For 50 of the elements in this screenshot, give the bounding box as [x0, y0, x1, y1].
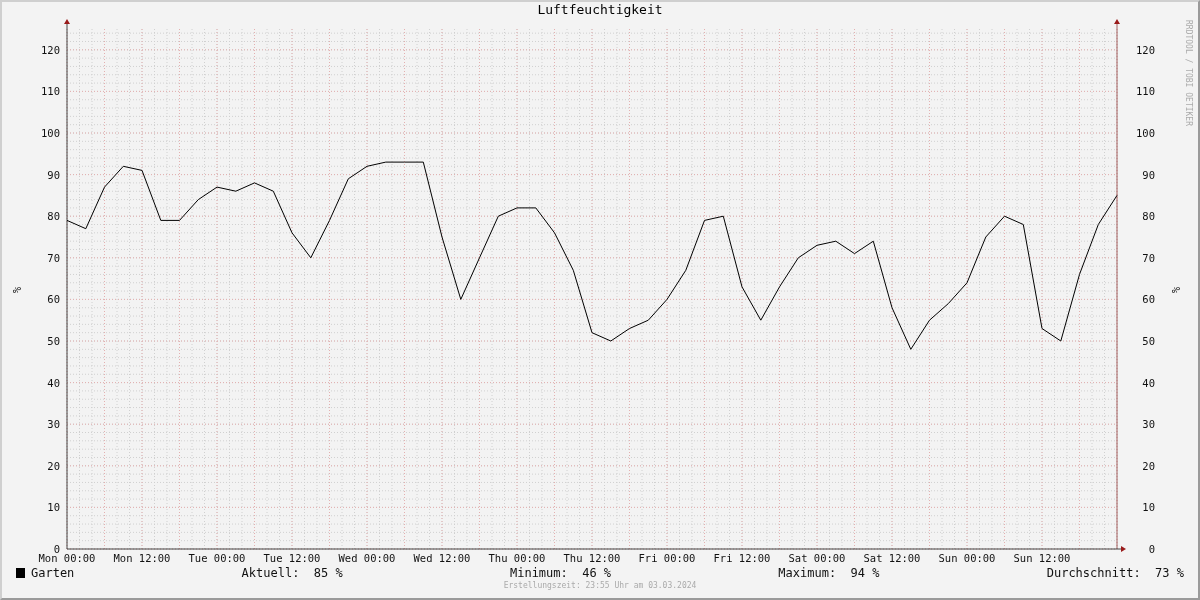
x-tick-label: Fri 00:00: [638, 552, 696, 564]
stat-text: Aktuell: 85 %: [241, 566, 343, 580]
y-tick-label: 0: [1148, 543, 1155, 555]
legend-label: Garten: [31, 566, 75, 580]
credit-text: RRDTOOL / TOBI OETIKER: [1184, 20, 1193, 126]
y-tick-label: 120: [41, 43, 60, 56]
stat-text: Durchschnitt: 73 %: [1046, 566, 1184, 580]
x-tick-label: Tue 12:00: [263, 552, 321, 564]
x-tick-label: Wed 12:00: [413, 552, 471, 564]
y-tick-label: 30: [47, 418, 60, 431]
x-tick-label: Thu 12:00: [563, 552, 621, 564]
x-tick-label: Fri 12:00: [713, 552, 771, 564]
y-tick-label: 40: [47, 376, 60, 389]
x-tick-label: Thu 00:00: [488, 552, 546, 564]
x-tick-label: Tue 00:00: [188, 552, 246, 564]
y-tick-label: 0: [53, 543, 60, 555]
y-tick-label: 110: [41, 85, 60, 98]
x-tick-label: Sun 00:00: [938, 552, 996, 564]
stat-text: Maximum: 94 %: [778, 566, 880, 580]
y-tick-label: 70: [1142, 251, 1155, 264]
y-tick-label: 60: [1142, 293, 1155, 306]
y-tick-label: 20: [47, 459, 60, 472]
y-tick-label: 90: [1142, 168, 1155, 181]
x-tick-label: Sat 00:00: [788, 552, 846, 564]
y-tick-label: 30: [1142, 418, 1155, 431]
chart-title: Luftfeuchtigkeit: [536, 2, 664, 18]
timestamp-text: Erstellungszeit: 23:55 Uhr am 03.03.2024: [502, 581, 698, 590]
y-tick-label: 20: [1142, 459, 1155, 472]
y-tick-label: 90: [47, 168, 60, 181]
y-tick-label: 100: [1136, 127, 1155, 139]
y-axis-label: %: [1170, 286, 1182, 294]
x-tick-label: Mon 00:00: [38, 552, 96, 564]
y-tick-label: 80: [1142, 210, 1155, 223]
x-tick-label: Sat 12:00: [863, 552, 921, 564]
x-tick-label: Wed 00:00: [338, 552, 396, 564]
y-tick-label: 60: [47, 293, 60, 306]
stat-text: Minimum: 46 %: [509, 566, 612, 580]
y-tick-label: 70: [47, 251, 60, 264]
y-axis-label: %: [11, 286, 23, 294]
y-tick-label: 50: [1142, 335, 1155, 347]
y-tick-label: 50: [47, 335, 60, 347]
y-tick-label: 10: [47, 501, 60, 514]
y-tick-label: 80: [47, 210, 60, 223]
x-tick-label: Sun 12:00: [1013, 552, 1071, 564]
x-tick-label: Mon 12:00: [113, 552, 171, 564]
y-tick-label: 100: [41, 127, 60, 139]
y-tick-label: 40: [1142, 376, 1155, 389]
y-tick-label: 120: [1136, 43, 1155, 56]
y-tick-label: 110: [1136, 85, 1155, 98]
y-tick-label: 10: [1142, 501, 1155, 514]
